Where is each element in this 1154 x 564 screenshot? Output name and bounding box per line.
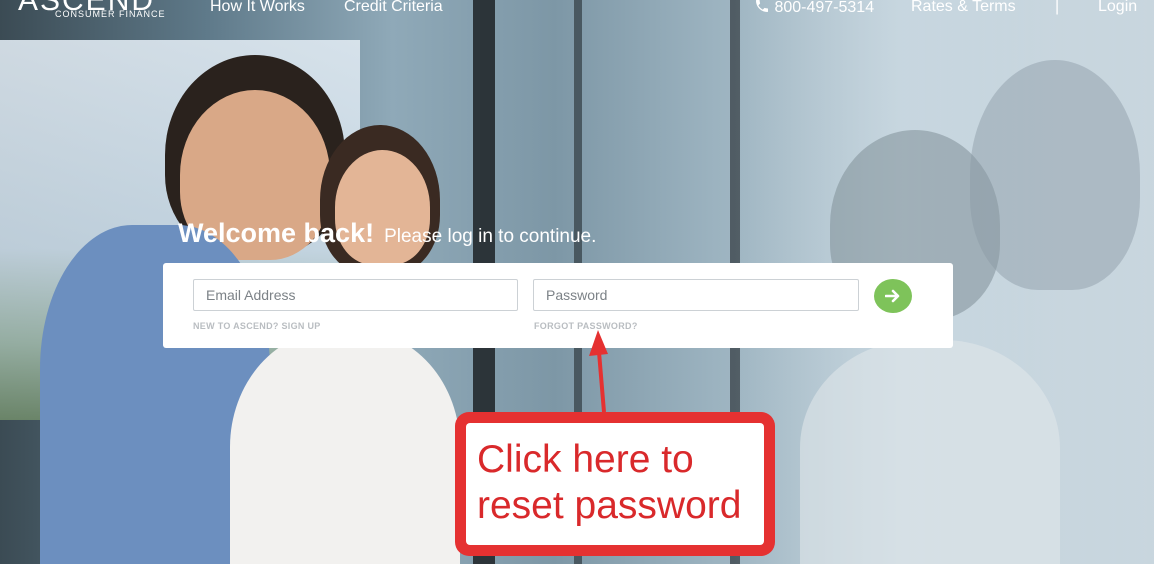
callout-box: Click here to reset password (466, 423, 764, 545)
callout-text: Click here to reset password (477, 438, 742, 527)
reset-password-callout: Click here to reset password (455, 412, 775, 556)
